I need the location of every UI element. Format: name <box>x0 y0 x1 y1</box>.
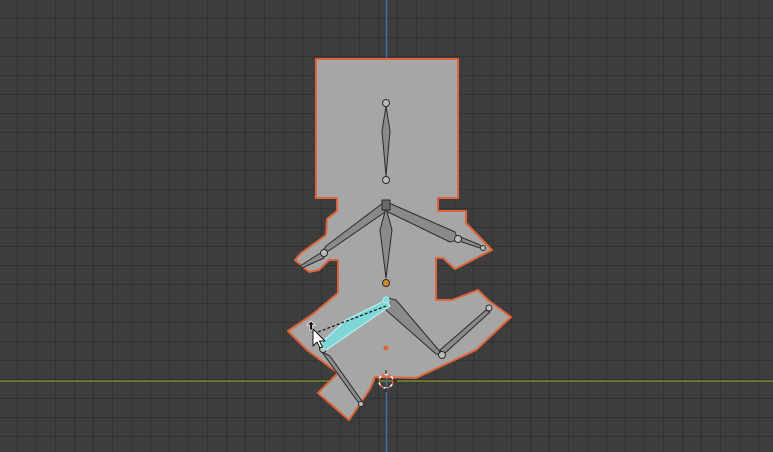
bone-hip-joint[interactable] <box>382 279 390 287</box>
bone-forearm-right-joint[interactable] <box>454 235 462 243</box>
bone-chest-joint[interactable] <box>381 199 391 211</box>
bone-knee-right-joint[interactable] <box>438 351 446 359</box>
viewport-scene[interactable] <box>0 0 773 452</box>
object-origin-icon <box>383 345 389 351</box>
bone-foot-right-joint[interactable] <box>485 304 493 312</box>
bone-head-base-joint[interactable] <box>382 176 390 184</box>
bone-head-tail-joint[interactable] <box>382 99 390 107</box>
bone-forearm-left-joint[interactable] <box>320 249 328 257</box>
bone-hand-right-joint[interactable] <box>480 245 486 251</box>
3d-viewport[interactable] <box>0 0 773 452</box>
character-mesh[interactable] <box>287 58 512 421</box>
bone-thigh-left-head-joint[interactable] <box>382 296 390 304</box>
bone-foot-left-joint[interactable] <box>358 401 364 407</box>
